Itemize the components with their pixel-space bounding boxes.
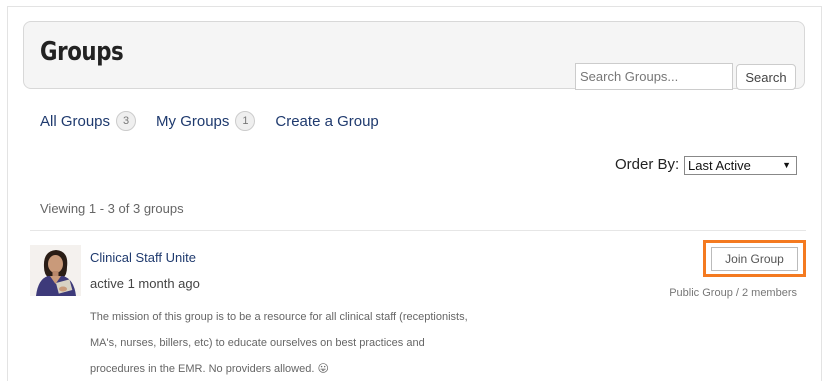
tab-my-groups[interactable]: My Groups 1	[156, 111, 256, 131]
chevron-down-icon: ▼	[782, 160, 791, 170]
divider	[30, 230, 806, 231]
order-by-selected: Last Active	[688, 158, 751, 173]
group-last-active: active 1 month ago	[90, 276, 200, 291]
page-title: Groups	[40, 37, 124, 67]
group-avatar[interactable]	[30, 245, 81, 296]
group-meta: Public Group / 2 members	[669, 287, 797, 299]
pagination-count: Viewing 1 - 3 of 3 groups	[40, 201, 184, 216]
group-tabs: All Groups 3 My Groups 1 Create a Group	[40, 108, 399, 134]
tab-label: Create a Group	[275, 112, 379, 130]
join-group-button[interactable]: Join Group	[711, 247, 798, 271]
search-button[interactable]: Search	[736, 64, 796, 90]
count-badge: 1	[235, 111, 256, 131]
tab-label: My Groups	[156, 112, 230, 130]
tab-all-groups[interactable]: All Groups 3	[40, 111, 137, 131]
group-description: The mission of this group is to be a res…	[90, 311, 468, 375]
order-by-select[interactable]: Last Active ▼	[684, 156, 797, 175]
create-group-link[interactable]: Create a Group	[275, 113, 378, 130]
search-input[interactable]	[575, 63, 733, 90]
count-badge: 3	[116, 111, 137, 131]
order-by-label: Order By:	[615, 156, 680, 173]
tab-label: All Groups	[40, 112, 111, 130]
group-name-link[interactable]: Clinical Staff Unite	[90, 250, 196, 265]
avatar-image	[30, 245, 81, 296]
